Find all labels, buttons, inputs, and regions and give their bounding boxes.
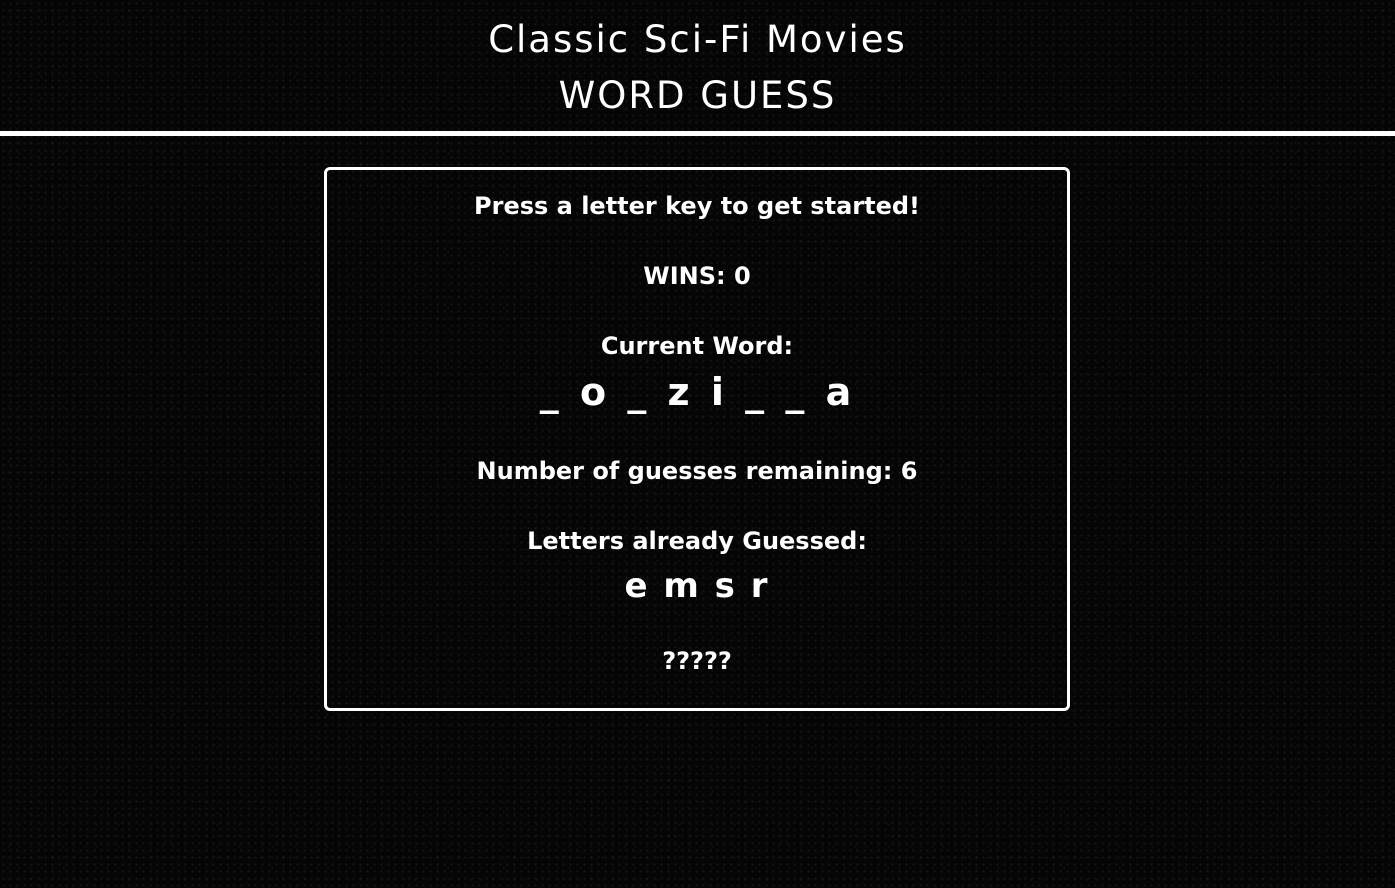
wins-counter: WINS: 0 xyxy=(327,260,1067,292)
game-title: WORD GUESS xyxy=(558,74,837,117)
guesses-remaining: Number of guesses remaining: 6 xyxy=(327,455,1067,487)
current-word-label: Current Word: xyxy=(600,332,794,360)
header-divider xyxy=(0,131,1395,136)
current-word-display: _ o _ z i _ _ a xyxy=(539,370,855,414)
site-title: Classic Sci-Fi Movies xyxy=(488,18,907,61)
guesses-remaining-label: Number of guesses remaining: xyxy=(476,457,893,485)
game-panel: Press a letter key to get started! WINS:… xyxy=(324,167,1070,711)
instructions-text: Press a letter key to get started! xyxy=(474,192,920,220)
wins-label: WINS: xyxy=(643,262,726,290)
guessed-letters-label: Letters already Guessed: xyxy=(527,527,867,555)
wins-value: 0 xyxy=(734,262,751,290)
guessed-letters-display: e m s r xyxy=(624,566,770,606)
guesses-remaining-value: 6 xyxy=(900,457,918,485)
page-header: Classic Sci-Fi Movies WORD GUESS xyxy=(0,0,1395,132)
mystery-placeholder: ????? xyxy=(662,647,732,675)
